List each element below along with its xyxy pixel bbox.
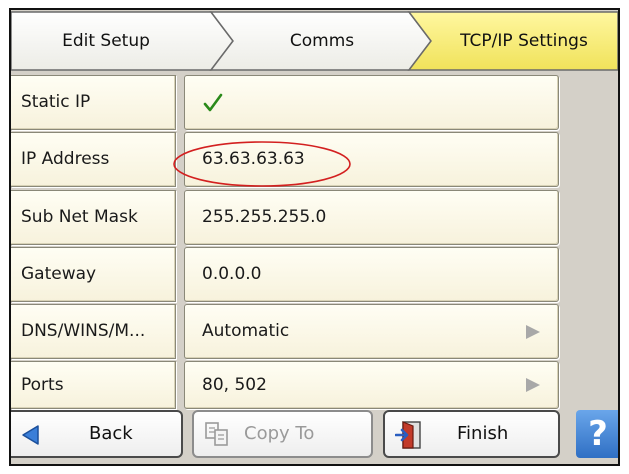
row-label-text: Gateway: [21, 264, 97, 284]
static-ip-label[interactable]: Static IP: [11, 75, 176, 130]
copy-to-label: Copy To: [244, 423, 315, 444]
finish-label: Finish: [457, 423, 509, 444]
subnet-mask-label[interactable]: Sub Net Mask: [11, 190, 176, 245]
chevron-right-icon: [526, 324, 540, 339]
dns-wins-value: Automatic: [202, 321, 290, 341]
subnet-mask-value: 255.255.255.0: [202, 207, 327, 227]
breadcrumb: Edit Setup Comms TCP/IP Settings: [11, 10, 618, 74]
row-label-text: Ports: [21, 375, 64, 395]
finish-door-icon: [395, 421, 421, 449]
help-button[interactable]: ?: [576, 410, 618, 458]
dns-wins-label[interactable]: DNS/WINS/M...: [11, 304, 176, 359]
back-button[interactable]: Back: [11, 410, 183, 458]
breadcrumb-item-edit-setup[interactable]: Edit Setup: [21, 10, 191, 72]
ip-address-label[interactable]: IP Address: [11, 132, 176, 187]
copy-icon: [205, 422, 228, 446]
breadcrumb-item-tcpip-settings: TCP/IP Settings: [460, 31, 588, 51]
breadcrumb-item-comms[interactable]: Comms: [239, 10, 405, 72]
row-label-text: Sub Net Mask: [21, 207, 138, 227]
help-icon: ?: [588, 414, 608, 454]
back-arrow-icon: [22, 425, 39, 445]
gateway-value: 0.0.0.0: [202, 264, 262, 284]
gateway-field[interactable]: 0.0.0.0: [184, 247, 559, 302]
row-label-text: IP Address: [21, 149, 110, 169]
ip-address-field[interactable]: 63.63.63.63: [184, 132, 559, 187]
checkmark-icon: [203, 93, 223, 111]
tcpip-settings-screen: Edit Setup Comms TCP/IP Settings Static …: [9, 8, 620, 466]
row-label-text: Static IP: [21, 92, 91, 112]
ip-address-value: 63.63.63.63: [202, 149, 305, 169]
static-ip-toggle[interactable]: [184, 75, 559, 130]
ports-label[interactable]: Ports: [11, 361, 176, 409]
back-label: Back: [89, 423, 133, 444]
row-label-text: DNS/WINS/M...: [21, 321, 146, 341]
dns-wins-field[interactable]: Automatic: [184, 304, 559, 359]
gateway-label[interactable]: Gateway: [11, 247, 176, 302]
ports-field[interactable]: 80, 502: [184, 361, 559, 409]
copy-to-button[interactable]: Copy To: [192, 410, 373, 458]
subnet-mask-field[interactable]: 255.255.255.0: [184, 190, 559, 245]
finish-button[interactable]: Finish: [383, 410, 560, 458]
ports-value: 80, 502: [202, 375, 267, 395]
chevron-right-icon: [526, 378, 540, 392]
